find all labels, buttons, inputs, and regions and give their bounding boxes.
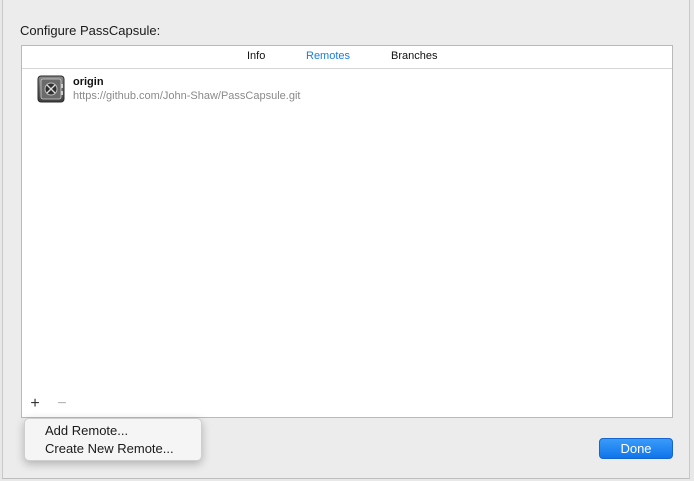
tab-info[interactable]: Info: [247, 50, 265, 62]
remotes-panel: Info Remotes Branches origin https://git…: [21, 45, 673, 418]
configure-sheet: Configure PassCapsule: Info Remotes Bran…: [2, 0, 690, 479]
menu-item-create-new-remote[interactable]: Create New Remote...: [45, 441, 174, 456]
safe-icon: [36, 74, 66, 104]
tab-remotes[interactable]: Remotes: [306, 50, 350, 62]
remove-remote-button[interactable]: −: [55, 396, 69, 412]
menu-item-add-remote[interactable]: Add Remote...: [45, 423, 128, 438]
remote-name: origin: [73, 76, 104, 88]
tab-bar: Info Remotes Branches: [22, 46, 672, 69]
remote-row-origin[interactable]: origin https://github.com/John-Shaw/Pass…: [36, 74, 656, 106]
add-remote-menu: Add Remote... Create New Remote...: [24, 418, 202, 461]
add-remote-button[interactable]: +: [28, 396, 42, 412]
dialog-title: Configure PassCapsule:: [20, 23, 161, 38]
done-button[interactable]: Done: [599, 438, 673, 459]
tab-branches[interactable]: Branches: [391, 50, 437, 62]
remote-url: https://github.com/John-Shaw/PassCapsule…: [73, 90, 301, 102]
